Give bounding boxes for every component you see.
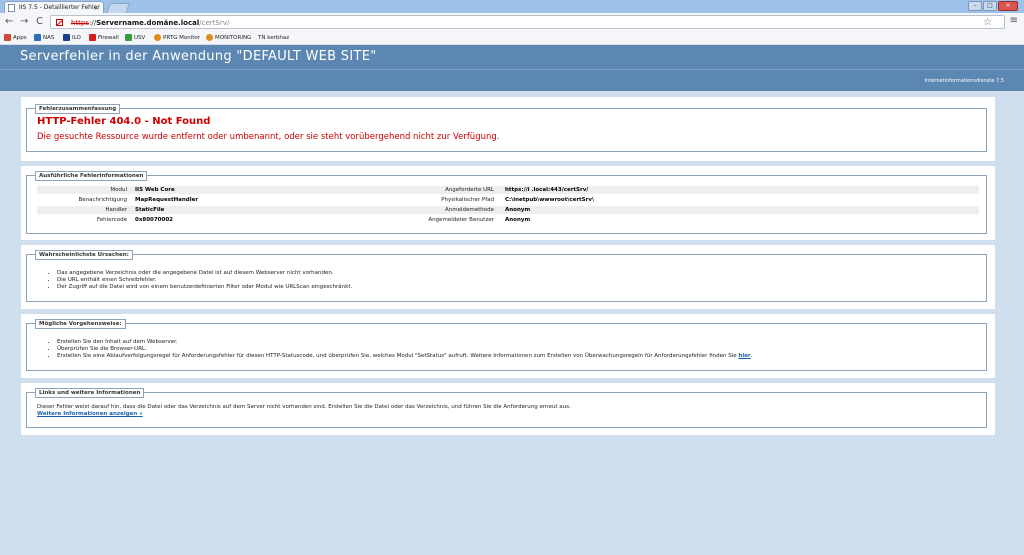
detail-label: Anmeldemethode (444, 207, 494, 213)
address-bar[interactable]: https://Servername.domäne.local/certSrv/… (50, 15, 1005, 29)
browser-titlebar: IIS 7.5 - Detaillierter Fehler × – □ × (0, 0, 1024, 14)
ilo-icon (63, 34, 70, 41)
causes-fieldset: Wahrscheinlichste Ursachen: Das angegebe… (26, 250, 987, 302)
bookmark-tn[interactable]: TN kerbhaz (258, 33, 289, 43)
close-window-button[interactable]: × (998, 1, 1018, 11)
bookmark-label: Firewall (98, 35, 119, 41)
browser-tab[interactable]: IIS 7.5 - Detaillierter Fehler × (4, 1, 104, 13)
back-icon[interactable]: ← (5, 16, 13, 28)
actions-legend: Mögliche Vorgehensweise: (35, 319, 126, 329)
detail-value: Anonym (505, 217, 531, 223)
detail-value: Anonym (505, 207, 531, 213)
here-link[interactable]: hier (738, 353, 750, 359)
server-version: Internetinformationsdienste 7.5 (924, 78, 1004, 84)
actions-fieldset: Mögliche Vorgehensweise: Erstellen Sie d… (26, 319, 987, 371)
bookmark-monitoring[interactable]: MONITORING (206, 33, 251, 43)
details-legend: Ausführliche Fehlerinformationen (35, 171, 148, 181)
links-section: Links und weitere Informationen Dieser F… (21, 383, 995, 435)
detail-label: Angeforderte URL (445, 187, 494, 193)
detail-label: Fehlercode (96, 217, 127, 223)
maximize-button[interactable]: □ (983, 1, 997, 11)
bookmark-label: NAS (43, 35, 55, 41)
nas-icon (34, 34, 41, 41)
error-title: HTTP-Fehler 404.0 - Not Found (37, 116, 211, 127)
page-content: Fehlerzusammenfassung HTTP-Fehler 404.0 … (0, 91, 1024, 555)
links-fieldset: Links und weitere Informationen Dieser F… (26, 388, 987, 428)
details-fieldset: Ausführliche Fehlerinformationen Modul I… (26, 171, 987, 234)
detail-label: Physikalischer Pfad (441, 197, 494, 203)
broken-lock-icon (56, 19, 63, 26)
bookmark-firewall[interactable]: Firewall (89, 33, 119, 43)
list-item: Erstellen Sie den Inhalt auf dem Webserv… (57, 339, 752, 346)
bookmark-label: MONITORING (215, 35, 252, 41)
links-more-row: Weitere Informationen anzeigen » (37, 411, 143, 418)
list-item: Überprüfen Sie die Browser-URL. (57, 346, 752, 353)
reload-icon[interactable]: C (36, 16, 43, 28)
bookmark-label: Apps (13, 35, 27, 41)
error-description: Die gesuchte Ressource wurde entfernt od… (37, 132, 500, 142)
firewall-icon (89, 34, 96, 41)
page-title: Serverfehler in der Anwendung "DEFAULT W… (0, 45, 1024, 69)
detail-value: IIS Web Core (135, 187, 175, 193)
causes-legend: Wahrscheinlichste Ursachen: (35, 250, 133, 260)
list-item: Der Zugriff auf die Datei wird von einem… (57, 284, 352, 291)
forward-icon[interactable]: → (20, 16, 28, 28)
more-info-link[interactable]: Weitere Informationen anzeigen » (37, 411, 143, 417)
page-favicon-icon (8, 4, 15, 12)
browser-toolbar: ← → C https://Servername.domäne.local/ce… (0, 13, 1024, 33)
detail-value: MapRequestHandler (135, 197, 199, 203)
bookmarks-bar: Apps NAS ILO Firewall USV PRTG Monitor M… (0, 32, 1024, 45)
detail-value: 0x80070002 (135, 217, 173, 223)
list-item: Die URL enthält einen Schreibfehler. (57, 277, 352, 284)
links-legend: Links und weitere Informationen (35, 388, 145, 398)
minimize-button[interactable]: – (968, 1, 982, 11)
detail-value: https://i .local:443/certSrv/ (505, 187, 589, 193)
links-text: Dieser Fehler weist darauf hin, dass die… (37, 404, 571, 410)
bookmark-label: USV (134, 35, 146, 41)
list-item: Das angegebene Verzeichnis oder die ange… (57, 270, 352, 277)
detail-label: Modul (110, 187, 127, 193)
tab-close-icon[interactable]: × (93, 2, 99, 13)
summary-fieldset: Fehlerzusammenfassung HTTP-Fehler 404.0 … (26, 104, 987, 152)
usv-icon (125, 34, 132, 41)
bookmark-label: TN kerbhaz (258, 35, 290, 41)
url-host: Servername.domäne.local (96, 19, 200, 27)
browser-menu-icon[interactable]: ≡ (1010, 15, 1018, 26)
list-item-trailing: . (750, 353, 753, 359)
url-scheme: https (71, 19, 90, 27)
list-item-text: Erstellen Sie eine Ablaufverfolgungsrege… (57, 353, 739, 359)
detail-value: StaticFile (135, 207, 165, 213)
tab-title: IIS 7.5 - Detaillierter Fehler (19, 4, 100, 11)
details-section: Ausführliche Fehlerinformationen Modul I… (21, 166, 995, 240)
detail-label: Angemeldeter Benutzer (428, 217, 494, 223)
prtg-icon (154, 34, 161, 41)
bookmark-ilo[interactable]: ILO (63, 33, 81, 43)
url-path: /certSrv/ (199, 19, 230, 27)
summary-legend: Fehlerzusammenfassung (35, 104, 121, 114)
causes-section: Wahrscheinlichste Ursachen: Das angegebe… (21, 245, 995, 309)
bookmark-star-icon[interactable]: ☆ (983, 16, 992, 30)
list-item: Erstellen Sie eine Ablaufverfolgungsrege… (57, 353, 752, 360)
bookmark-label: ILO (72, 35, 81, 41)
detail-label: Handler (105, 207, 127, 213)
server-banner: Internetinformationsdienste 7.5 (0, 69, 1024, 91)
bookmark-usv[interactable]: USV (125, 33, 145, 43)
apps-grid-icon (4, 34, 11, 41)
bookmark-nas[interactable]: NAS (34, 33, 54, 43)
bookmark-label: PRTG Monitor (163, 35, 201, 41)
actions-section: Mögliche Vorgehensweise: Erstellen Sie d… (21, 314, 995, 378)
summary-section: Fehlerzusammenfassung HTTP-Fehler 404.0 … (21, 97, 995, 161)
detail-label: Benachrichtigung (78, 197, 127, 203)
monitoring-icon (206, 34, 213, 41)
bookmark-prtg[interactable]: PRTG Monitor (154, 33, 200, 43)
bookmark-apps[interactable]: Apps (4, 33, 27, 43)
causes-list: Das angegebene Verzeichnis oder die ange… (43, 270, 352, 291)
detail-value: C:\inetpub\wwwroot\certSrv\ (505, 197, 594, 203)
actions-list: Erstellen Sie den Inhalt auf dem Webserv… (43, 339, 752, 360)
